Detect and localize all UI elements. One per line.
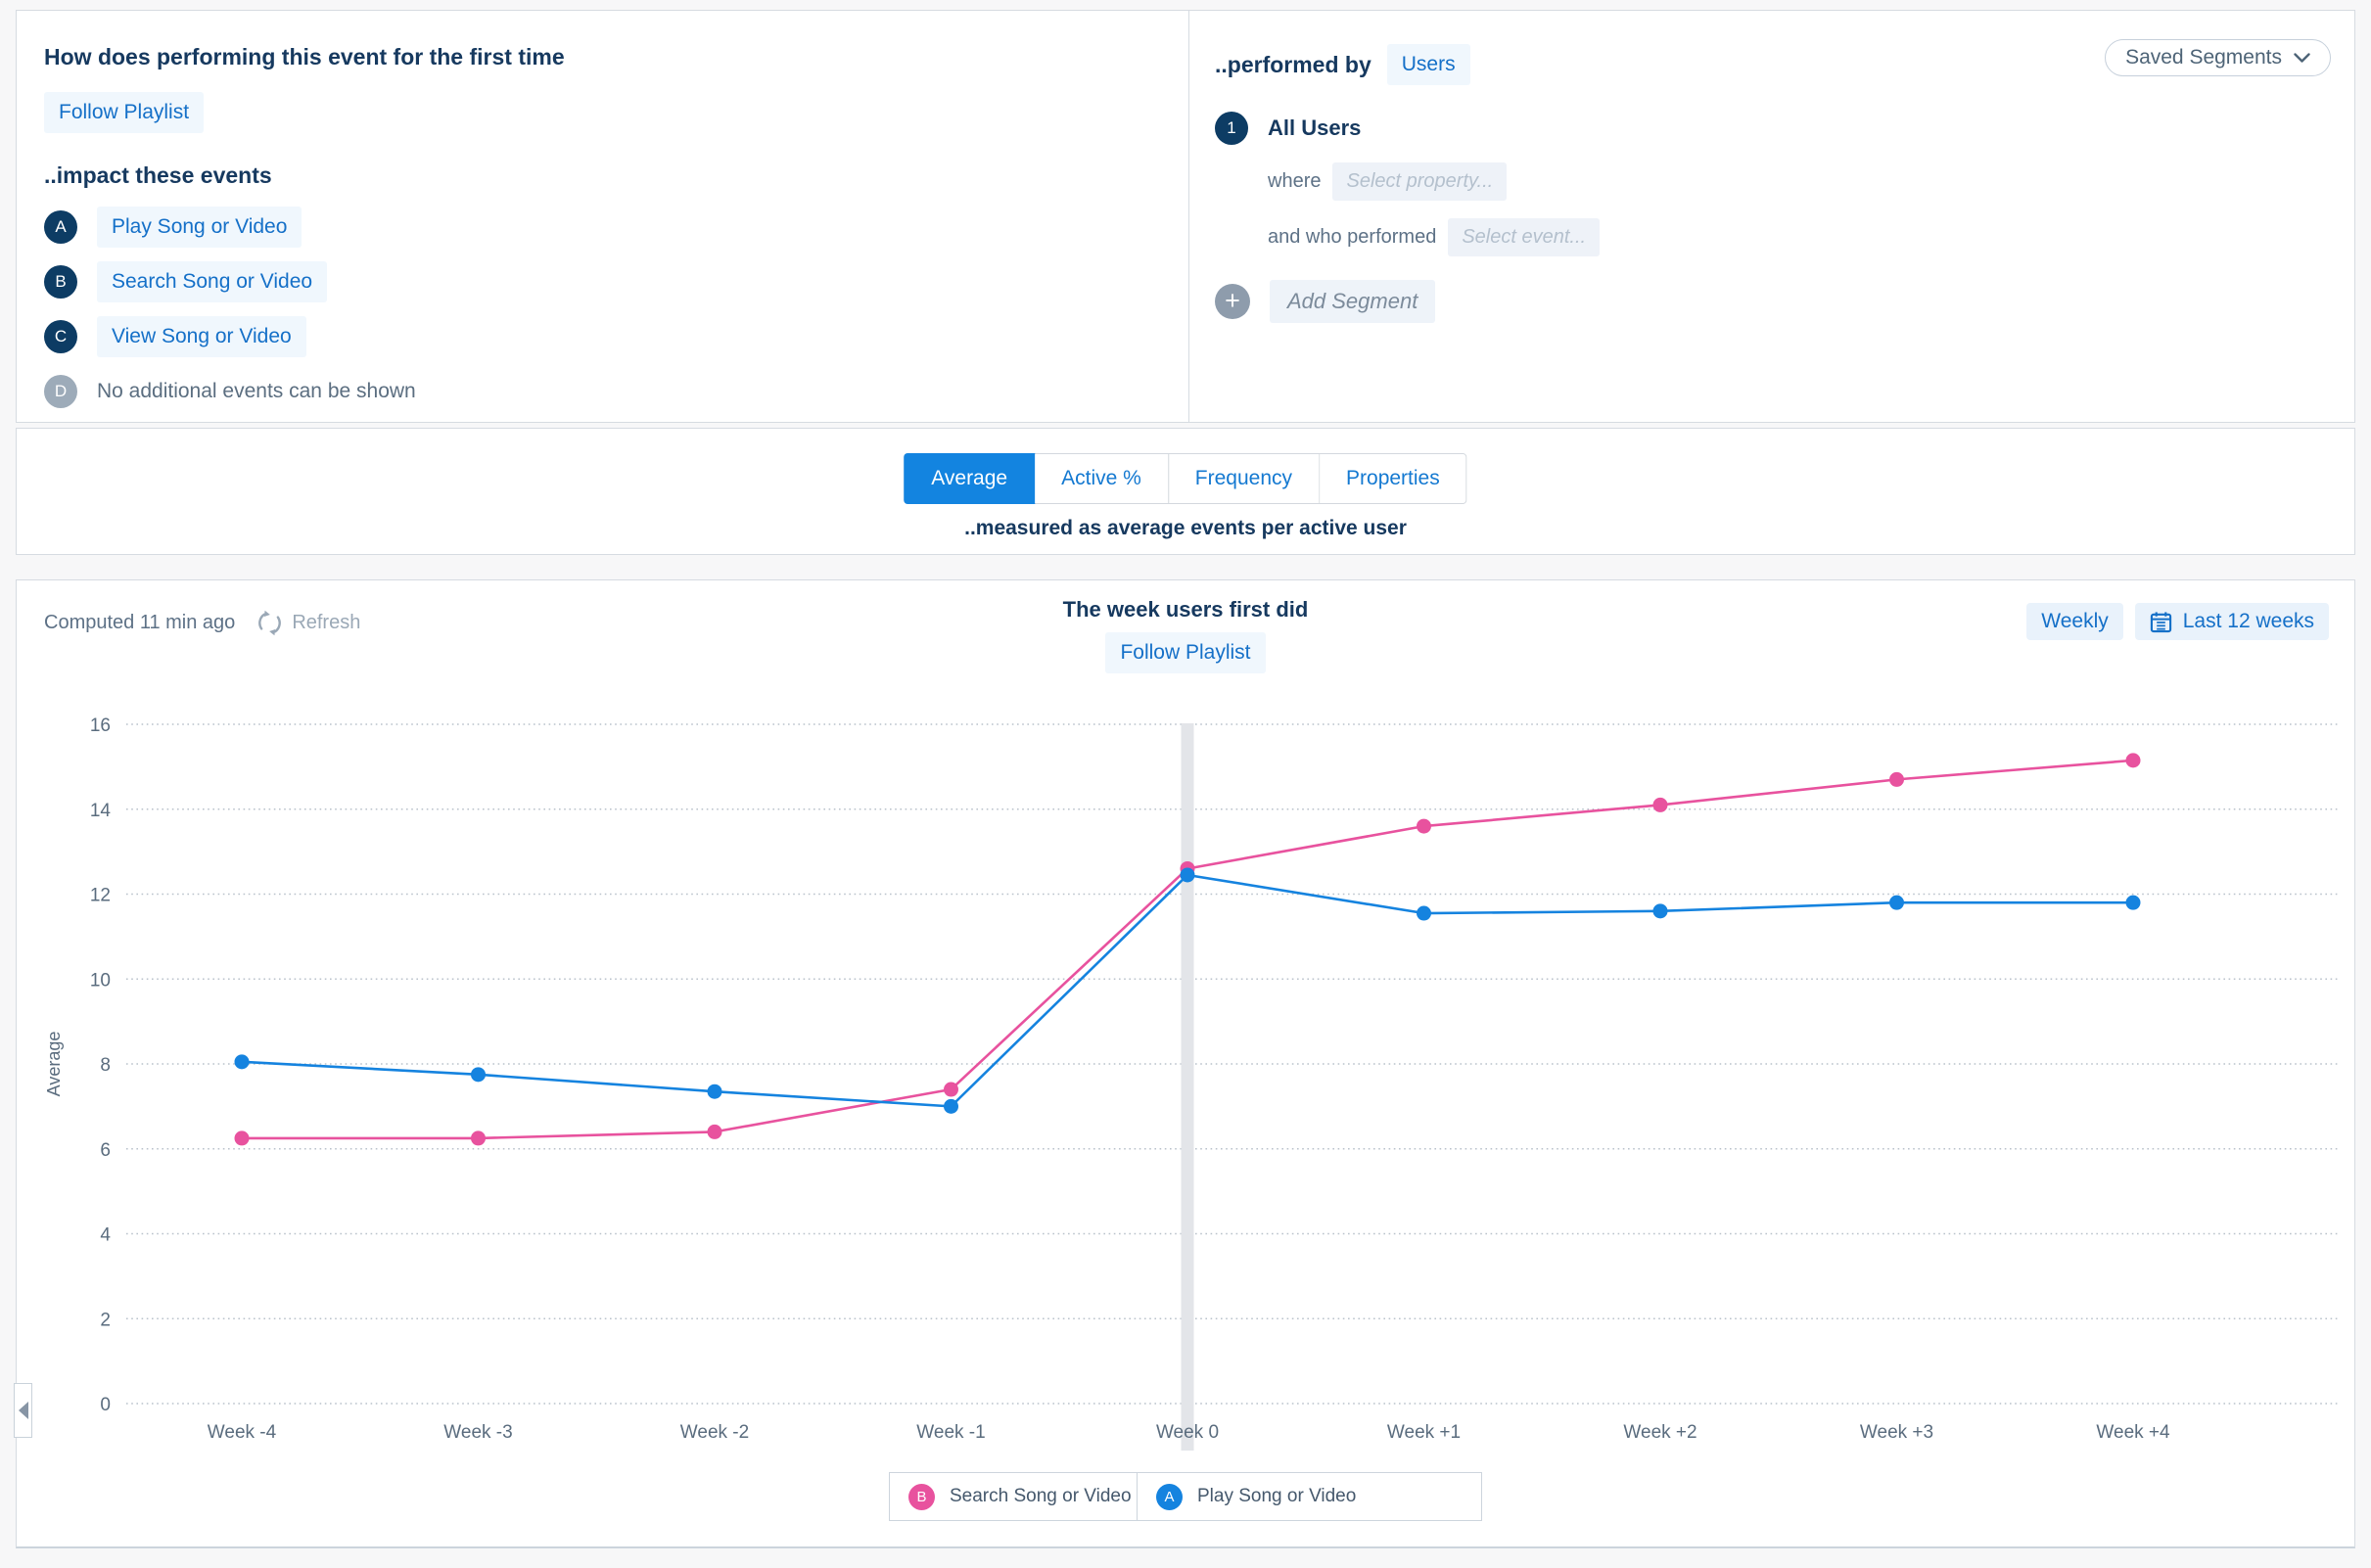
y-axis-tick-8: 8 (100, 1055, 111, 1076)
who-performed-label: and who performed (1268, 226, 1436, 249)
event-key-badge-d: D (44, 375, 77, 408)
trend-chart: 0 2 4 6 8 10 12 14 16 Average Week -4 Week -3 Week -… (17, 580, 2354, 1547)
x-axis-tick-week-1: Week -1 (916, 1422, 985, 1443)
data-point-a-week-2[interactable] (1653, 903, 1668, 918)
data-point-b-week-2[interactable] (708, 1125, 722, 1139)
impact-setup-panel: How does performing this event for the f… (16, 10, 2355, 423)
y-axis-tick-16: 16 (90, 715, 111, 736)
segment-number-badge: 1 (1215, 112, 1248, 145)
data-point-a-week-0[interactable] (1181, 867, 1195, 882)
performed-by-label: ..performed by (1215, 52, 1371, 78)
data-point-b-week-4[interactable] (2126, 753, 2141, 767)
chevron-down-icon (2294, 53, 2310, 64)
impact-event-row-a: APlay Song or Video (44, 209, 1188, 244)
y-axis-tick-0: 0 (100, 1395, 111, 1415)
legend-series-badge-a: A (1156, 1484, 1183, 1510)
data-point-a-week-4[interactable] (2126, 896, 2141, 910)
x-axis-tick-week-3: Week +3 (1860, 1422, 1933, 1443)
x-axis-tick-week-4: Week -4 (208, 1422, 277, 1443)
data-point-a-week-1[interactable] (1417, 906, 1431, 921)
collapse-left-icon (19, 1402, 28, 1419)
event-key-badge-c: C (44, 320, 77, 353)
y-axis-tick-2: 2 (100, 1310, 111, 1330)
data-point-b-week-1[interactable] (1417, 819, 1431, 834)
impact-event-row-b: B Search Song or Video (44, 264, 1188, 299)
legend-item-search-song-or-video[interactable]: B Search Song or Video (890, 1473, 1137, 1520)
data-point-a-week-4[interactable] (235, 1054, 250, 1069)
y-axis-tick-14: 14 (90, 801, 112, 821)
impact-event-row-c: CView Song or Video (44, 319, 1188, 353)
y-axis-tick-12: 12 (90, 886, 111, 906)
data-point-b-week-3[interactable] (1889, 772, 1904, 787)
impact-events-title: ..impact these events (44, 162, 1188, 189)
impact-event-label-d: No additional events can be shown (97, 380, 416, 403)
question-title: How does performing this event for the f… (44, 44, 1188, 70)
trend-chart-panel: Computed 11 min ago Refresh The week use… (16, 579, 2355, 1548)
data-point-b-week-1[interactable] (944, 1083, 958, 1097)
legend-item-play-song-or-video[interactable]: A Play Song or Video (1137, 1473, 1481, 1520)
add-segment-button[interactable]: Add Segment (1270, 280, 1435, 323)
impact-question-section: How does performing this event for the f… (17, 11, 1188, 422)
legend-series-label-b: Search Song or Video (950, 1486, 1132, 1507)
data-point-b-week-4[interactable] (235, 1130, 250, 1145)
measure-tab-group: AverageActive %FrequencyProperties (904, 453, 1466, 504)
performed-by-entity-chip[interactable]: Users (1387, 44, 1470, 85)
tab-frequency[interactable]: Frequency (1168, 454, 1319, 503)
impact-event-label-a[interactable]: Play Song or Video (97, 207, 302, 248)
x-axis-tick-week-4: Week +4 (2096, 1422, 2170, 1443)
x-axis-tick-week-2: Week +2 (1623, 1422, 1697, 1443)
segments-section: ..performed by Users 1 All Users where S… (1188, 11, 2354, 422)
select-event-input[interactable]: Select event... (1448, 218, 1600, 256)
x-axis-tick-week-3: Week -3 (443, 1422, 512, 1443)
event-key-badge-b: B (44, 265, 77, 299)
data-point-a-week-3[interactable] (1889, 896, 1904, 910)
where-label: where (1268, 170, 1321, 193)
segment-name: All Users (1268, 115, 1361, 141)
anchor-event-chip[interactable]: Follow Playlist (44, 92, 204, 133)
data-point-a-week-2[interactable] (708, 1084, 722, 1099)
data-point-b-week-2[interactable] (1653, 798, 1668, 812)
x-axis-tick-week-0: Week 0 (1156, 1422, 1219, 1443)
legend-series-label-a: Play Song or Video (1197, 1486, 1356, 1507)
y-axis-tick-6: 6 (100, 1140, 111, 1161)
y-axis-tick-4: 4 (100, 1225, 111, 1246)
impact-event-label-b[interactable]: Search Song or Video (97, 261, 327, 302)
y-axis-tick-10: 10 (90, 970, 111, 991)
data-point-a-week-3[interactable] (471, 1067, 486, 1082)
chart-legend: B Search Song or Video A Play Song or Video (889, 1472, 1482, 1521)
event-key-badge-a: A (44, 210, 77, 244)
tab-average[interactable]: Average (904, 453, 1035, 504)
data-point-a-week-1[interactable] (944, 1099, 958, 1114)
collapse-chart-handle[interactable] (14, 1383, 32, 1438)
select-property-input[interactable]: Select property... (1332, 162, 1507, 201)
legend-series-badge-b: B (908, 1484, 935, 1510)
data-point-b-week-3[interactable] (471, 1130, 486, 1145)
measure-caption: ..measured as average events per active … (17, 517, 2354, 540)
measure-panel: AverageActive %FrequencyProperties ..mea… (16, 428, 2355, 555)
week-zero-band (1182, 723, 1194, 1451)
saved-segments-dropdown[interactable]: Saved Segments (2105, 39, 2331, 76)
impact-event-row-d: D No additional events can be shown (44, 374, 1188, 408)
x-axis-tick-week-2: Week -2 (680, 1422, 749, 1443)
impact-event-list: APlay Song or VideoBSearch Song or Video… (44, 209, 1188, 408)
y-axis-label: Average (44, 1032, 64, 1097)
plus-icon[interactable]: + (1215, 284, 1250, 319)
tab-properties[interactable]: Properties (1319, 454, 1466, 503)
x-axis-tick-week-1: Week +1 (1387, 1422, 1461, 1443)
tab-active[interactable]: Active % (1035, 454, 1168, 503)
saved-segments-label: Saved Segments (2125, 46, 2282, 69)
impact-event-label-c[interactable]: View Song or Video (97, 316, 306, 357)
